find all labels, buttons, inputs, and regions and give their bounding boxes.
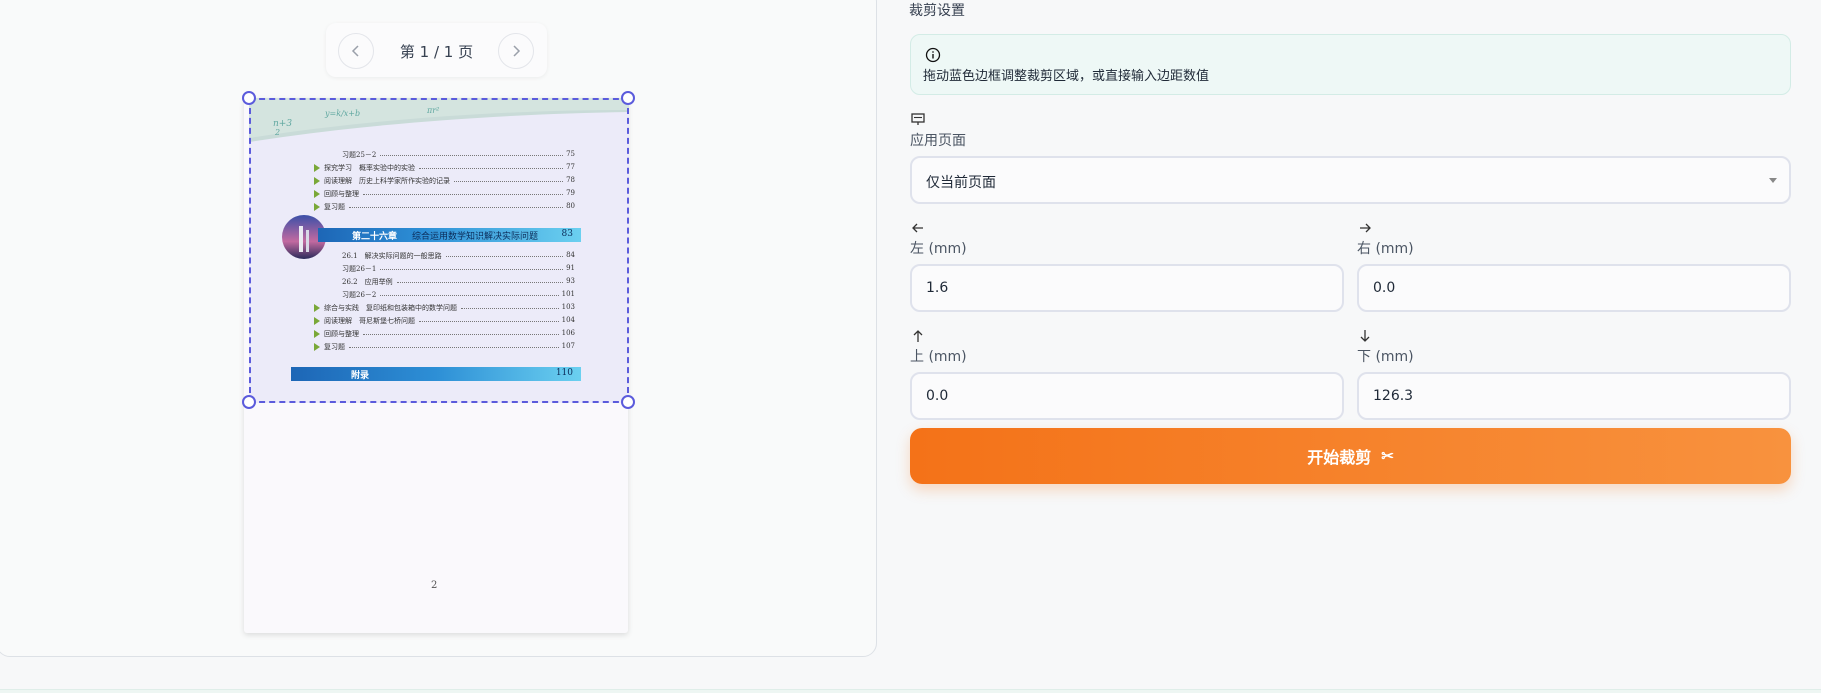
next-page-button[interactable] <box>498 33 534 69</box>
top-margin-input[interactable]: 0.0 <box>910 372 1344 420</box>
chevron-right-icon <box>513 45 521 57</box>
left-margin-label: 左 (mm) <box>910 241 967 257</box>
arrow-left-icon <box>912 223 923 233</box>
right-margin-input[interactable]: 0.0 <box>1357 264 1791 312</box>
start-crop-button[interactable]: 开始裁剪 ✂ <box>910 428 1791 484</box>
info-text: 拖动蓝色边框调整裁剪区域，或直接输入边距数值 <box>923 69 1210 84</box>
page-number: 2 <box>431 580 438 591</box>
apply-page-label: 应用页面 <box>910 133 966 149</box>
right-margin-label: 右 (mm) <box>1357 241 1414 257</box>
crop-handle-bottom-right[interactable] <box>621 395 635 409</box>
chevron-down-icon <box>1769 178 1777 183</box>
crop-handle-top-right[interactable] <box>621 91 635 105</box>
pager: 第 1 / 1 页 <box>326 23 547 77</box>
crop-handle-top-left[interactable] <box>242 91 256 105</box>
apply-page-select[interactable]: 仅当前页面 <box>910 156 1791 204</box>
left-margin-input[interactable]: 1.6 <box>910 264 1344 312</box>
crop-frame[interactable] <box>249 98 629 403</box>
apply-page-value: 仅当前页面 <box>926 175 996 191</box>
start-crop-label: 开始裁剪 <box>1307 450 1372 467</box>
crop-settings-title: 裁剪设置 <box>909 3 965 19</box>
arrow-down-icon <box>1360 330 1370 342</box>
info-box: 拖动蓝色边框调整裁剪区域，或直接输入边距数值 <box>910 34 1791 95</box>
bottom-margin-label: 下 (mm) <box>1357 349 1414 365</box>
arrow-right-icon <box>1360 223 1371 233</box>
info-circle-icon <box>925 47 941 63</box>
crop-handle-bottom-left[interactable] <box>242 395 256 409</box>
scissors-icon: ✂ <box>1381 448 1394 465</box>
footer-strip <box>0 689 1821 693</box>
page-stack-icon <box>911 113 925 125</box>
bottom-margin-input[interactable]: 126.3 <box>1357 372 1791 420</box>
arrow-up-icon <box>913 330 923 342</box>
top-margin-label: 上 (mm) <box>910 349 967 365</box>
